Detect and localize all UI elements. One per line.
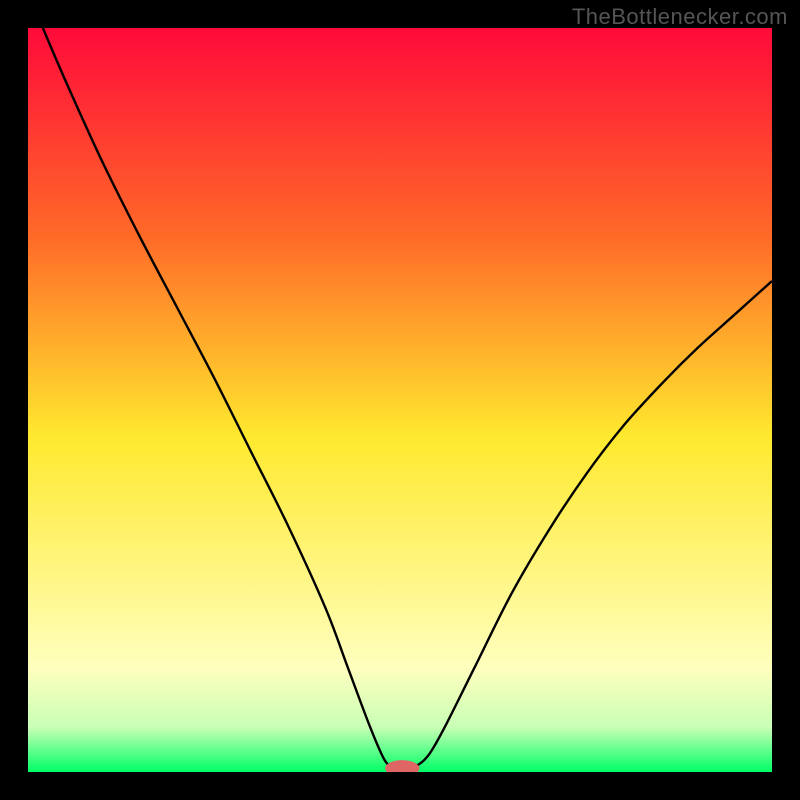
plot-area [28,28,772,772]
chart-frame: TheBottlenecker.com [0,0,800,800]
watermark-text: TheBottlenecker.com [572,4,788,30]
gradient-background [28,28,772,772]
bottleneck-chart [28,28,772,772]
